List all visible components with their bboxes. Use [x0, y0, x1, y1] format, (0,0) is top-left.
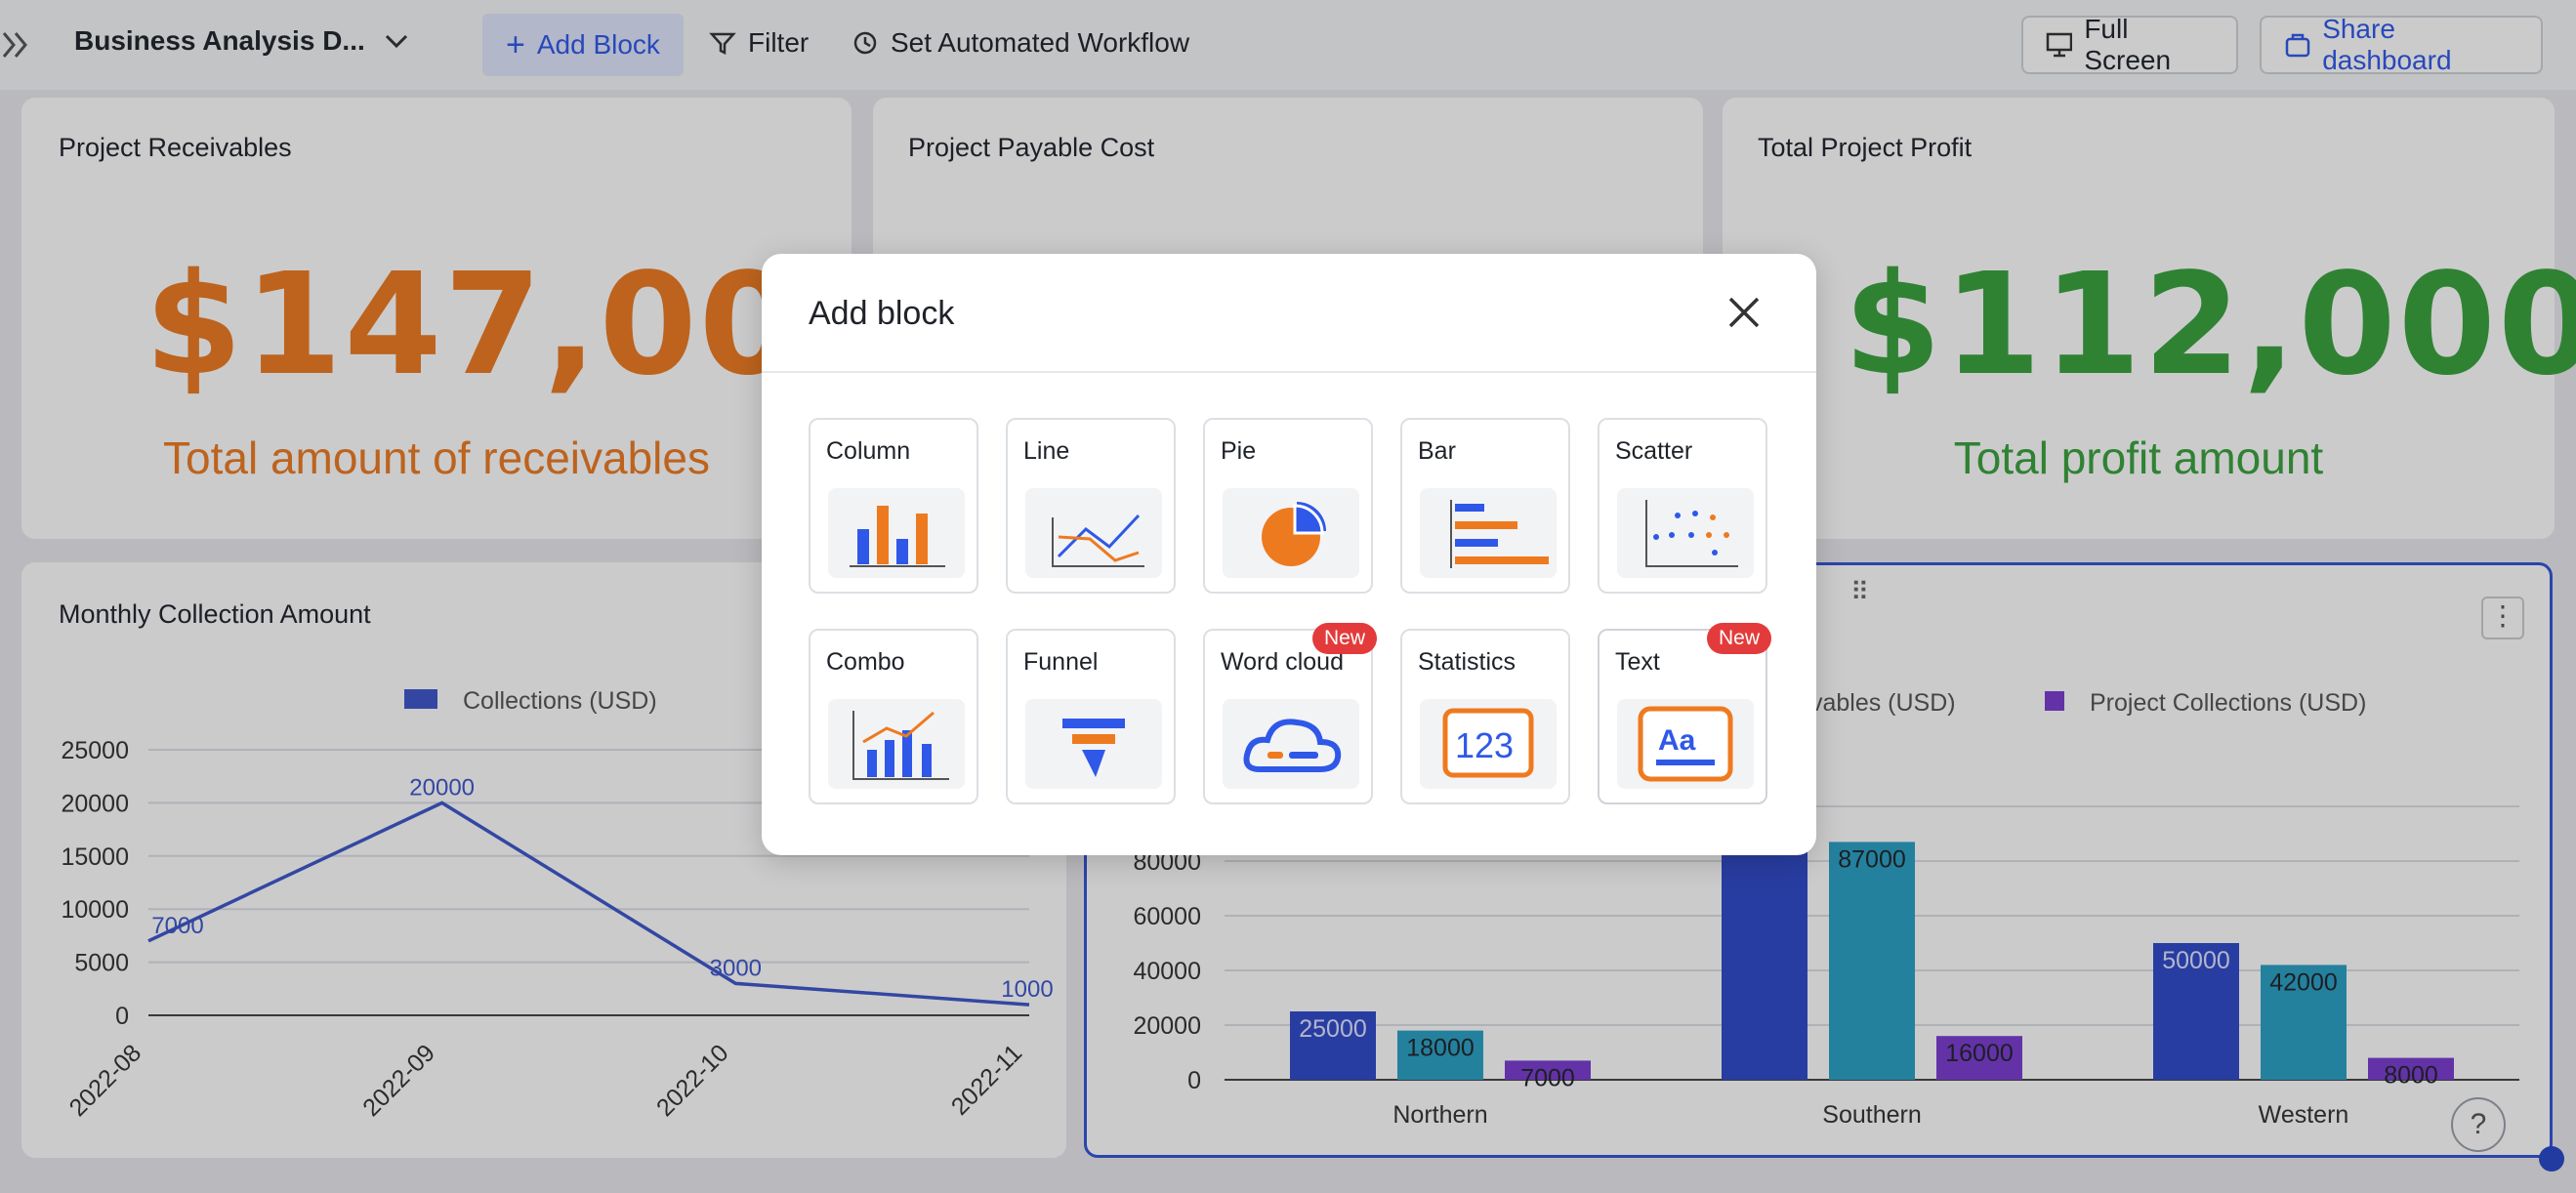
tile-word-cloud[interactable]: Word cloud New — [1203, 623, 1377, 804]
modal-header: Add block — [762, 254, 1816, 373]
tile-label: Statistics — [1418, 648, 1517, 676]
tile-label: Column — [826, 437, 911, 465]
tile-label: Pie — [1221, 437, 1257, 465]
tile-line[interactable]: Line — [1006, 418, 1176, 594]
tile-label: Bar — [1418, 437, 1456, 465]
tile-pie[interactable]: Pie — [1203, 418, 1373, 594]
line-chart-icon — [1025, 488, 1162, 578]
scatter-chart-icon — [1617, 488, 1754, 578]
tile-label: Text — [1615, 648, 1660, 676]
tile-scatter[interactable]: Scatter — [1598, 418, 1767, 594]
tile-funnel[interactable]: Funnel — [1006, 629, 1176, 804]
tile-label: Line — [1023, 437, 1070, 465]
tile-combo[interactable]: Combo — [809, 629, 978, 804]
tile-column[interactable]: Column — [809, 418, 978, 594]
close-icon[interactable] — [1719, 287, 1769, 338]
tile-label: Funnel — [1023, 648, 1099, 676]
funnel-chart-icon — [1025, 699, 1162, 789]
word-cloud-icon — [1223, 699, 1359, 789]
pie-chart-icon — [1223, 488, 1359, 578]
tile-bar[interactable]: Bar — [1400, 418, 1570, 594]
tile-label: Scatter — [1615, 437, 1693, 465]
new-badge: New — [1706, 623, 1771, 654]
new-badge: New — [1311, 623, 1377, 654]
text-block-icon: Aa — [1617, 699, 1754, 789]
tile-text[interactable]: Text New Aa — [1598, 623, 1771, 804]
bar-chart-icon — [1420, 488, 1557, 578]
svg-text:Aa: Aa — [1658, 724, 1696, 757]
tile-label: Combo — [826, 648, 905, 676]
modal-title: Add block — [809, 295, 955, 332]
tile-statistics[interactable]: Statistics 123 — [1400, 629, 1570, 804]
svg-text:123: 123 — [1455, 725, 1514, 765]
combo-chart-icon — [828, 699, 965, 789]
statistics-icon: 123 — [1420, 699, 1557, 789]
column-chart-icon — [828, 488, 965, 578]
